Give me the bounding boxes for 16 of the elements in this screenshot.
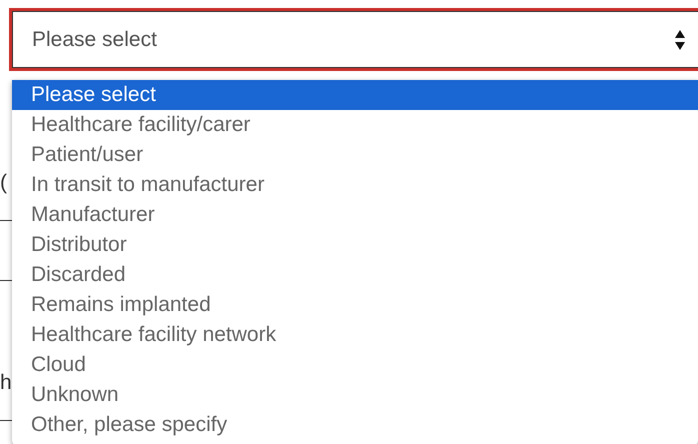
- dropdown-option[interactable]: Cloud: [12, 350, 698, 380]
- dropdown-option[interactable]: Distributor: [12, 230, 698, 260]
- dropdown-option[interactable]: Discarded: [12, 260, 698, 290]
- dropdown-option[interactable]: Patient/user: [12, 140, 698, 170]
- dropdown-option[interactable]: Remains implanted: [12, 290, 698, 320]
- dropdown-option[interactable]: Unknown: [12, 380, 698, 410]
- text-fragment: h: [0, 372, 12, 393]
- dropdown-option[interactable]: In transit to manufacturer: [12, 170, 698, 200]
- dropdown-option[interactable]: Please select: [12, 80, 698, 110]
- dropdown-option[interactable]: Other, please specify: [12, 410, 698, 440]
- dropdown-option[interactable]: Healthcare facility/carer: [12, 110, 698, 140]
- dropdown-option[interactable]: Healthcare facility network: [12, 320, 698, 350]
- text-fragment: (: [0, 172, 7, 193]
- select-field[interactable]: Please select: [12, 11, 698, 68]
- dropdown-option[interactable]: Manufacturer: [12, 200, 698, 230]
- sort-icon: [674, 28, 686, 50]
